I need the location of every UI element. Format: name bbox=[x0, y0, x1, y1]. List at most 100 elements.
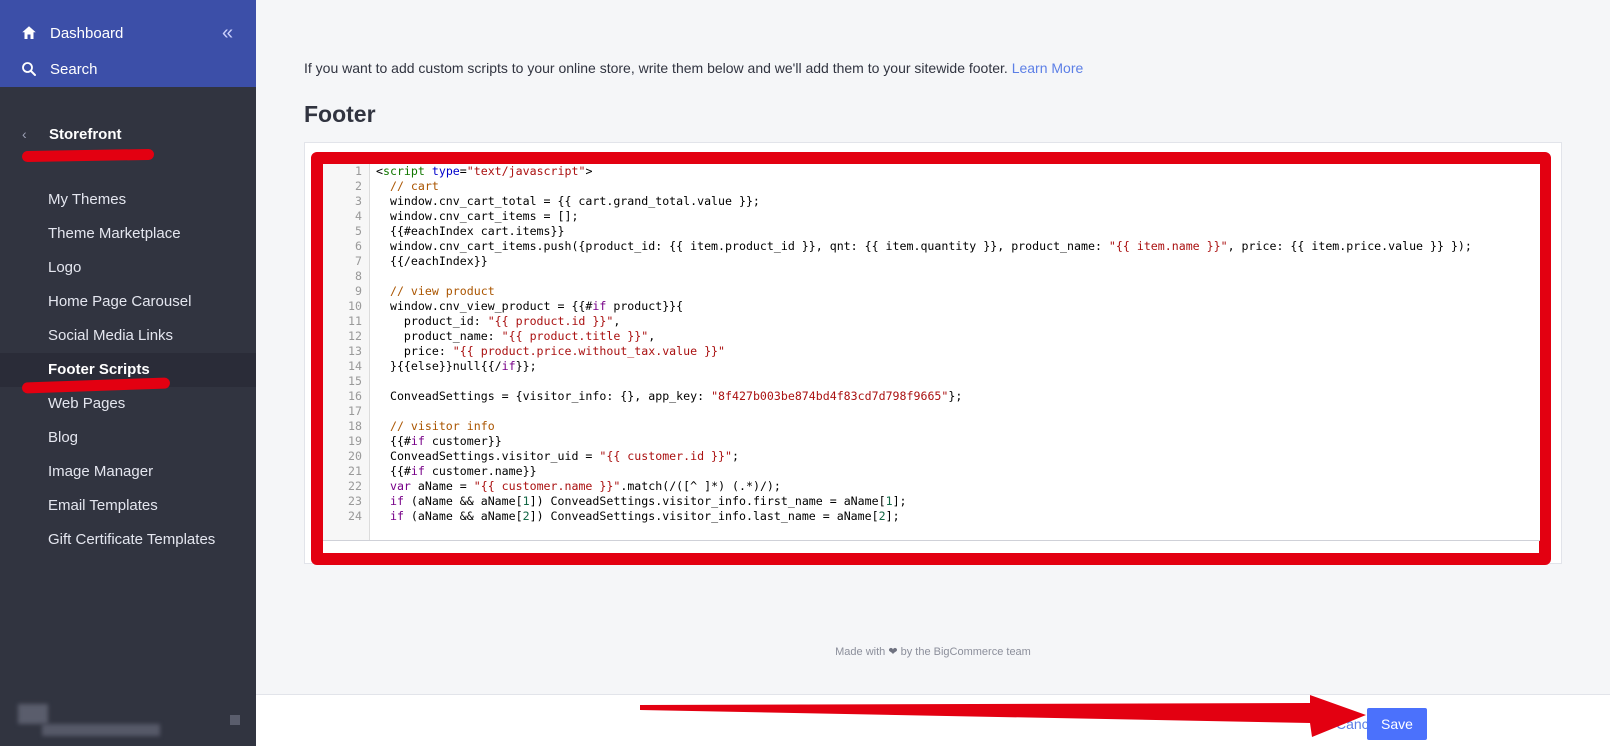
code-text: // cart bbox=[376, 179, 439, 193]
line-number: 24 bbox=[348, 509, 362, 523]
code-line[interactable]: 5 {{#eachIndex cart.items}} bbox=[323, 224, 1540, 239]
storefront-nav: My Themes Theme Marketplace Logo Home Pa… bbox=[0, 183, 256, 557]
annotation-underline-storefront bbox=[21, 148, 155, 163]
code-text: {{#eachIndex cart.items}} bbox=[376, 224, 565, 238]
code-line[interactable]: 7 {{/eachIndex}} bbox=[323, 254, 1540, 269]
code-line[interactable]: 8 bbox=[323, 269, 1540, 284]
line-number: 7 bbox=[355, 254, 362, 268]
dashboard-label: Dashboard bbox=[50, 24, 124, 42]
line-number: 1 bbox=[355, 164, 362, 178]
line-number: 18 bbox=[348, 419, 362, 433]
line-number: 14 bbox=[348, 359, 362, 373]
line-number: 2 bbox=[355, 179, 362, 193]
search-icon bbox=[22, 62, 36, 76]
line-number: 19 bbox=[348, 434, 362, 448]
code-editor[interactable]: 1 <script type="text/javascript"> 2 // car… bbox=[323, 164, 1540, 541]
nav-item-social-media-links[interactable]: Social Media Links bbox=[0, 319, 256, 353]
code-line[interactable]: 3 window.cnv_cart_total = {{ cart.grand_… bbox=[323, 194, 1540, 209]
code-line[interactable]: 2 // cart bbox=[323, 179, 1540, 194]
code-line[interactable]: 16 ConveadSettings = {visitor_info: {}, … bbox=[323, 389, 1540, 404]
made-with-text: Made with bbox=[835, 646, 886, 658]
code-line[interactable]: 11 product_id: "{{ product.id }}", bbox=[323, 314, 1540, 329]
line-number: 23 bbox=[348, 494, 362, 508]
line-number: 11 bbox=[348, 314, 362, 328]
code-text: ConveadSettings = {visitor_info: {}, app… bbox=[376, 389, 963, 403]
code-text: {{#if customer}} bbox=[376, 434, 502, 448]
code-line[interactable]: 4 window.cnv_cart_items = []; bbox=[323, 209, 1540, 224]
code-line[interactable]: 14 }{{else}}null{{/if}}; bbox=[323, 359, 1540, 374]
code-line[interactable]: 13 price: "{{ product.price.without_tax.… bbox=[323, 344, 1540, 359]
line-number: 15 bbox=[348, 374, 362, 388]
code-line[interactable]: 19 {{#if customer}} bbox=[323, 434, 1540, 449]
collapse-sidebar-icon[interactable]: « bbox=[222, 22, 233, 45]
code-line[interactable]: 17 bbox=[323, 404, 1540, 419]
code-text: window.cnv_cart_items.push({product_id: … bbox=[376, 239, 1472, 253]
code-line[interactable]: 10 window.cnv_view_product = {{#if produ… bbox=[323, 299, 1540, 314]
learn-more-link[interactable]: Learn More bbox=[1012, 60, 1084, 76]
editor-horizontal-scrollbar[interactable] bbox=[323, 540, 1540, 541]
save-button[interactable]: Save bbox=[1367, 708, 1427, 740]
code-line[interactable]: 12 product_name: "{{ product.title }}", bbox=[323, 329, 1540, 344]
code-text: if (aName && aName[1]) ConveadSettings.v… bbox=[389, 494, 907, 508]
code-text: // visitor info bbox=[376, 419, 495, 433]
blurred-account-name bbox=[42, 724, 160, 736]
nav-item-email-templates[interactable]: Email Templates bbox=[0, 489, 256, 523]
annotation-red-arrow bbox=[640, 695, 1366, 737]
nav-item-home-page-carousel[interactable]: Home Page Carousel bbox=[0, 285, 256, 319]
section-title[interactable]: Storefront bbox=[49, 126, 122, 143]
made-with-footer: Made with ❤ by the BigCommerce team bbox=[0, 645, 1610, 658]
code-line[interactable]: 6 window.cnv_cart_items.push({product_id… bbox=[323, 239, 1540, 254]
search-label: Search bbox=[50, 60, 98, 78]
code-text: ConveadSettings.visitor_uid = "{{ custom… bbox=[376, 449, 739, 463]
code-text: // view product bbox=[376, 284, 495, 298]
code-text: if (aName && aName[2]) ConveadSettings.v… bbox=[389, 509, 900, 523]
code-line[interactable]: 24 if (aName && aName[2]) ConveadSetting… bbox=[323, 509, 1540, 524]
code-text: }{{else}}null{{/if}}; bbox=[376, 359, 537, 373]
code-text: product_name: "{{ product.title }}", bbox=[376, 329, 656, 343]
code-text: {{#if customer.name}} bbox=[376, 464, 537, 478]
code-lines: 1 <script type="text/javascript"> 2 // car… bbox=[323, 164, 1540, 524]
line-number: 9 bbox=[355, 284, 362, 298]
code-line[interactable]: 23 if (aName && aName[1]) ConveadSetting… bbox=[323, 494, 1540, 509]
line-number: 10 bbox=[348, 299, 362, 313]
code-text: {{/eachIndex}} bbox=[376, 254, 488, 268]
line-number: 20 bbox=[348, 449, 362, 463]
code-line[interactable]: 15 bbox=[323, 374, 1540, 389]
code-text: window.cnv_cart_total = {{ cart.grand_to… bbox=[376, 194, 760, 208]
nav-item-blog[interactable]: Blog bbox=[0, 421, 256, 455]
line-number: 5 bbox=[355, 224, 362, 238]
sidebar-top: Dashboard Search « bbox=[0, 0, 256, 87]
nav-item-my-themes[interactable]: My Themes bbox=[0, 183, 256, 217]
line-number: 12 bbox=[348, 329, 362, 343]
code-line[interactable]: 18 // visitor info bbox=[323, 419, 1540, 434]
nav-item-image-manager[interactable]: Image Manager bbox=[0, 455, 256, 489]
search-link[interactable]: Search bbox=[20, 60, 98, 78]
code-text: product_id: "{{ product.id }}", bbox=[376, 314, 621, 328]
page-title: Footer bbox=[304, 101, 376, 127]
nav-item-theme-marketplace[interactable]: Theme Marketplace bbox=[0, 217, 256, 251]
code-line[interactable]: 22 var aName = "{{ customer.name }}".mat… bbox=[323, 479, 1540, 494]
nav-item-gift-certificate-templates[interactable]: Gift Certificate Templates bbox=[0, 523, 256, 557]
back-chevron-icon[interactable]: ‹ bbox=[22, 126, 27, 142]
nav-item-logo[interactable]: Logo bbox=[0, 251, 256, 285]
code-text: price: "{{ product.price.without_tax.val… bbox=[376, 344, 726, 358]
line-number: 22 bbox=[348, 479, 362, 493]
code-text: var aName = "{{ customer.name }}".match(… bbox=[389, 479, 781, 493]
account-menu-icon[interactable] bbox=[230, 715, 240, 725]
code-line[interactable]: 20 ConveadSettings.visitor_uid = "{{ cus… bbox=[323, 449, 1540, 464]
line-number: 4 bbox=[355, 209, 362, 223]
line-number: 21 bbox=[348, 464, 362, 478]
home-icon bbox=[22, 26, 36, 39]
line-number: 3 bbox=[355, 194, 362, 208]
code-line[interactable]: 9 // view product bbox=[323, 284, 1540, 299]
line-number: 13 bbox=[348, 344, 362, 358]
code-line[interactable]: 1 <script type="text/javascript"> bbox=[323, 164, 1540, 179]
dashboard-link[interactable]: Dashboard bbox=[20, 24, 123, 42]
heart-icon: ❤ bbox=[888, 646, 898, 658]
code-text: window.cnv_cart_items = []; bbox=[376, 209, 579, 223]
code-line[interactable]: 21 {{#if customer.name}} bbox=[323, 464, 1540, 479]
by-team-text: by the BigCommerce team bbox=[900, 646, 1031, 658]
intro-text: If you want to add custom scripts to you… bbox=[304, 60, 1083, 76]
